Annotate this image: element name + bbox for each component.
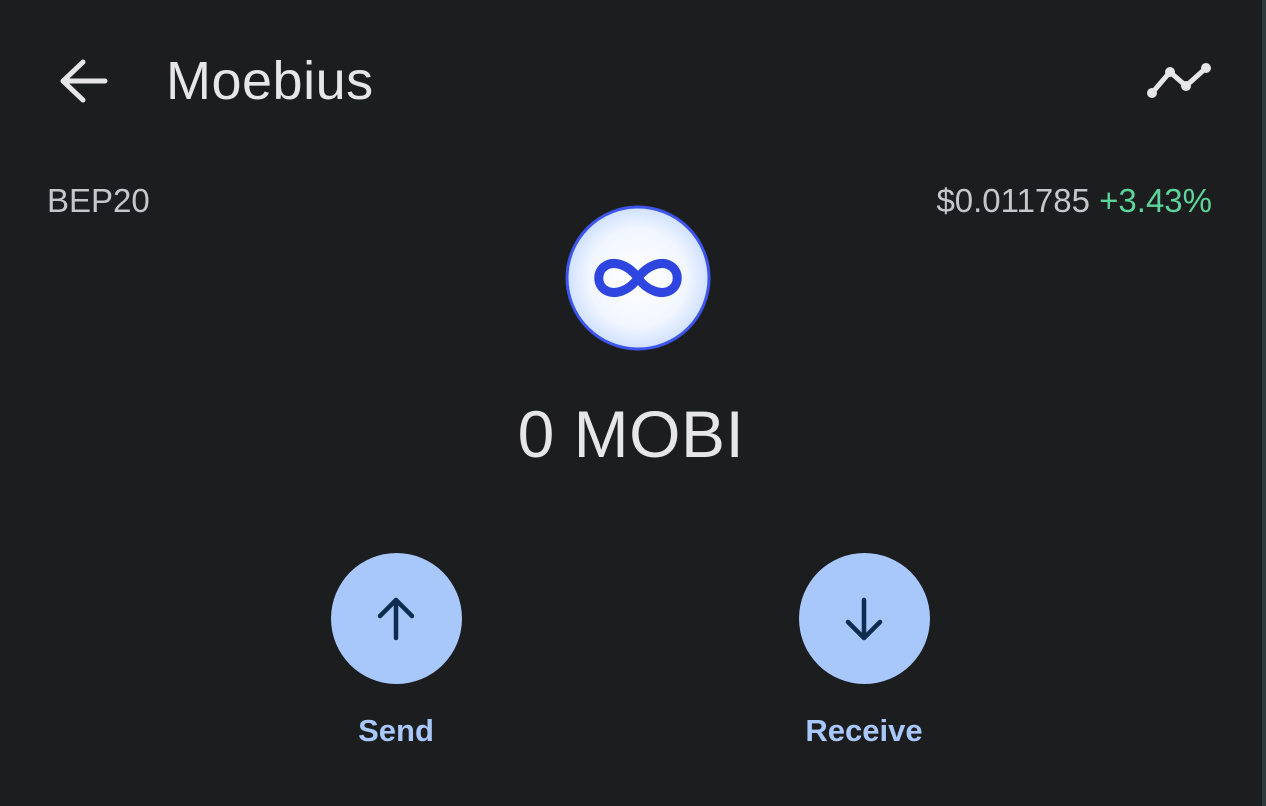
receive-button[interactable]: Receive [764, 553, 964, 750]
receive-label[interactable]: Receive [764, 712, 964, 750]
network-label: BEP20 [47, 182, 150, 219]
arrow-left-icon [60, 59, 108, 103]
receive-circle[interactable] [798, 553, 930, 684]
token-logo [565, 205, 711, 351]
arrow-up-icon [377, 597, 415, 640]
send-circle[interactable] [330, 553, 462, 684]
back-button[interactable] [50, 48, 116, 114]
token-price: $0.011785 [936, 182, 1090, 219]
window-edge [1262, 0, 1266, 806]
arrow-down-icon [845, 597, 883, 640]
price-change: +3.43% [1099, 182, 1212, 219]
trend-line-icon [1147, 63, 1211, 98]
token-balance: 0 MOBI [517, 397, 745, 471]
infinity-icon [565, 205, 711, 351]
send-label[interactable]: Send [296, 712, 496, 750]
price-chart-button[interactable] [1140, 50, 1220, 110]
page-title: Moebius [166, 51, 374, 111]
price-info: $0.011785 +3.43% [936, 180, 1212, 222]
send-button[interactable]: Send [296, 553, 496, 750]
